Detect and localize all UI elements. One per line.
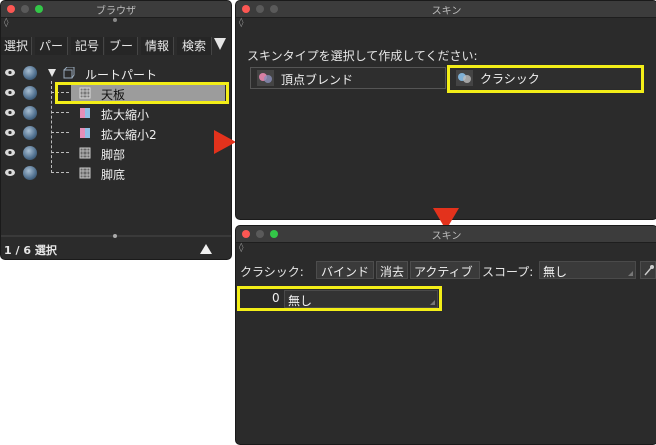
erase-button[interactable]: 消去 (376, 261, 408, 279)
tab-symbols[interactable]: 記号 (71, 37, 104, 55)
tree-row-legs[interactable]: 脚部 (1, 143, 229, 163)
mesh-icon (79, 167, 91, 179)
tree-label-legbase: 脚底 (101, 168, 126, 182)
bind-button-label: バインド (321, 265, 370, 279)
deformer-icon (80, 128, 90, 138)
tree-row-scale1[interactable]: 拡大縮小 (1, 103, 229, 123)
skin-type-prompt: スキンタイプを選択して作成してください: (247, 49, 478, 63)
panel-menu-icon[interactable]: ◊ (4, 19, 13, 28)
eyedropper-button[interactable] (640, 261, 656, 279)
mesh-icon (79, 147, 91, 159)
classic-label: クラシック: (240, 265, 304, 279)
eye-icon[interactable] (5, 69, 15, 76)
tree-row-root[interactable]: ルートパート (1, 63, 229, 83)
skin-bottom-titlebar: スキン (236, 226, 656, 243)
vertex-blend-label: 頂点ブレンド (281, 73, 354, 87)
eye-icon[interactable] (5, 89, 15, 96)
splitter-dot-icon[interactable] (113, 234, 117, 238)
panel-menu-icon[interactable]: ◊ (239, 19, 248, 28)
callout-highlight (237, 286, 442, 311)
tab-select[interactable]: 選択 (1, 37, 32, 55)
visibility-ball-icon[interactable] (23, 106, 37, 120)
tree-label-scale2: 拡大縮小2 (101, 128, 157, 142)
scope-select[interactable]: 無し (539, 261, 636, 279)
tab-boo[interactable]: ブー (105, 37, 138, 55)
visibility-ball-icon[interactable] (23, 66, 37, 80)
tree-label-root: ルートパート (85, 68, 158, 82)
visibility-ball-icon[interactable] (23, 166, 37, 180)
visibility-ball-icon[interactable] (23, 86, 37, 100)
top-splitter-dot-icon (113, 18, 117, 22)
tree-row-legbase[interactable]: 脚底 (1, 163, 229, 183)
visibility-ball-icon[interactable] (23, 126, 37, 140)
skin-option-vertex-blend[interactable]: 頂点ブレンド (250, 67, 446, 89)
eye-icon[interactable] (5, 169, 15, 176)
collapse-up-icon[interactable] (200, 244, 212, 254)
skin-top-title: スキン (431, 6, 462, 17)
eyedropper-icon (644, 265, 654, 276)
tab-search[interactable]: 検索 (177, 37, 212, 55)
skin-top-titlebar: スキン (236, 1, 656, 18)
panel-menu-icon[interactable]: ◊ (239, 244, 248, 253)
skin-classic-window: スキン ◊ クラシック: バインド 消去 アクティブ スコープ: 無し 0 無し (235, 225, 656, 445)
scope-label: スコープ: (482, 265, 534, 279)
callout-highlight (447, 65, 644, 93)
scope-value: 無し (543, 265, 568, 279)
active-button-label: アクティブ (414, 265, 473, 279)
tab-info[interactable]: 情報 (141, 37, 174, 55)
skin-bottom-title: スキン (431, 231, 462, 242)
bind-button[interactable]: バインド (316, 261, 374, 279)
callout-highlight (55, 82, 229, 104)
vertex-blend-icon (257, 70, 274, 86)
resize-corner-icon (628, 271, 633, 276)
eye-icon[interactable] (5, 109, 15, 116)
expand-triangle-icon[interactable] (48, 69, 56, 77)
skin-type-window: スキン ◊ スキンタイプを選択して作成してください: 頂点ブレンド クラシック (235, 0, 656, 220)
visibility-ball-icon[interactable] (23, 146, 37, 160)
tree-label-scale1: 拡大縮小 (101, 108, 150, 122)
arrow-right-icon (214, 130, 236, 154)
tree-label-legs: 脚部 (101, 148, 126, 162)
root-part-icon (63, 67, 75, 79)
selection-status: 1 / 6 選択 (4, 244, 57, 257)
eye-icon[interactable] (5, 149, 15, 156)
browser-title: ブラウザ (96, 6, 136, 17)
eye-icon[interactable] (5, 129, 15, 136)
deformer-icon (80, 108, 90, 118)
active-button[interactable]: アクティブ (410, 261, 480, 279)
erase-button-label: 消去 (380, 265, 405, 279)
tab-parts[interactable]: パー (35, 37, 68, 55)
browser-window: ブラウザ ◊ 選択 パー 記号 ブー 情報 検索 ルートパート 天板 拡大縮小 … (0, 0, 232, 260)
tabs-more-icon[interactable] (214, 38, 226, 50)
browser-titlebar: ブラウザ (1, 1, 231, 18)
tree-row-scale2[interactable]: 拡大縮小2 (1, 123, 229, 143)
